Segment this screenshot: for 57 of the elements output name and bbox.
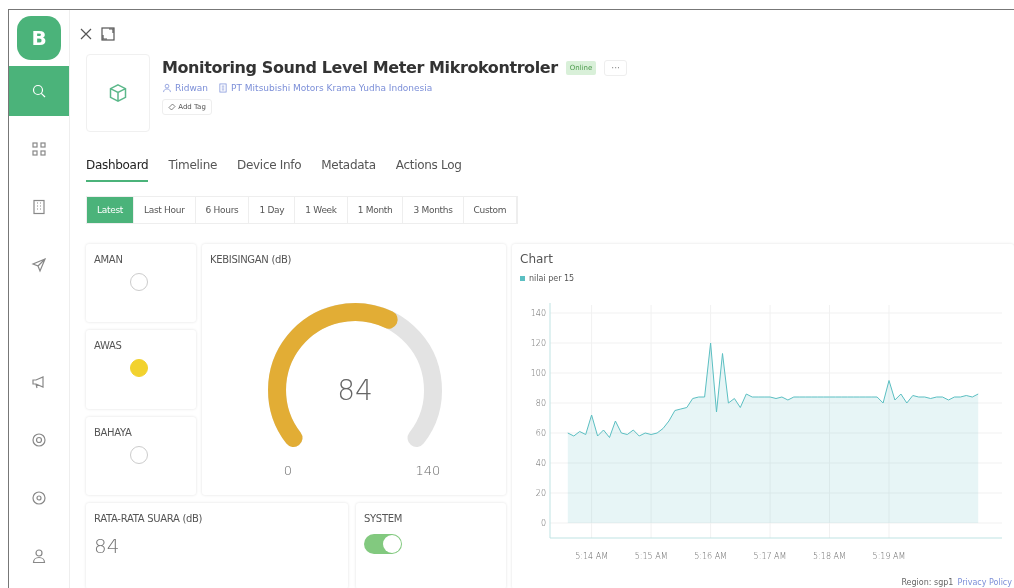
widget-title: KEBISINGAN (dB) bbox=[210, 254, 293, 265]
axis-tick-label: 80 bbox=[535, 399, 546, 408]
axis-tick-label: 40 bbox=[535, 459, 546, 468]
widget-title: AMAN bbox=[94, 254, 124, 265]
tag-icon bbox=[168, 103, 176, 112]
expand-icon[interactable] bbox=[100, 26, 116, 42]
more-button[interactable]: ··· bbox=[604, 59, 627, 76]
tab[interactable]: Timeline bbox=[168, 158, 218, 182]
settings-icon bbox=[31, 490, 47, 506]
close-icon[interactable] bbox=[78, 26, 94, 42]
widget-title: RATA-RATA SUARA (dB) bbox=[94, 513, 204, 524]
legend-label: nilai per 15 bbox=[529, 274, 575, 283]
search-icon bbox=[31, 83, 47, 99]
axis-tick-label: 5:15 AM bbox=[634, 552, 668, 561]
time-range-option[interactable]: 3 Months bbox=[403, 197, 464, 223]
axis-tick-label: 140 bbox=[530, 309, 546, 318]
widget-title: BAHAYA bbox=[94, 426, 133, 438]
gauge-max-label: 140 bbox=[415, 463, 441, 478]
time-range-option[interactable]: Custom bbox=[463, 197, 518, 223]
megaphone-icon bbox=[31, 374, 47, 390]
chart-title: Chart bbox=[520, 252, 554, 266]
axis-tick-label: 5:18 AM bbox=[813, 552, 846, 561]
sidebar-item[interactable] bbox=[9, 66, 69, 116]
tab[interactable]: Actions Log bbox=[395, 158, 462, 182]
building-icon bbox=[31, 199, 47, 215]
value-display: 84 bbox=[94, 534, 121, 558]
grid-icon bbox=[31, 141, 47, 157]
device-title: Monitoring Sound Level Meter Mikrokontroler bbox=[162, 58, 558, 77]
axis-tick-label: 5:19 AM bbox=[872, 552, 906, 561]
axis-tick-label: 5:16 AM bbox=[694, 552, 727, 561]
gauge-value: 84 bbox=[337, 374, 373, 407]
axis-tick-label: 120 bbox=[530, 339, 546, 348]
user-icon bbox=[162, 83, 172, 93]
time-range-option[interactable]: 6 Hours bbox=[195, 197, 250, 223]
time-range-option[interactable]: Last Hour bbox=[134, 197, 196, 223]
axis-tick-label: 60 bbox=[535, 429, 546, 438]
send-icon bbox=[31, 257, 47, 273]
axis-tick-label: 20 bbox=[535, 489, 546, 498]
time-range-option[interactable]: 1 Month bbox=[347, 197, 404, 223]
axis-tick-label: 5:14 AM bbox=[575, 552, 609, 561]
tab[interactable]: Metadata bbox=[321, 158, 376, 182]
axis-tick-label: 5:17 AM bbox=[753, 552, 787, 561]
axis-tick-label: 0 bbox=[540, 519, 546, 528]
widget-title: AWAS bbox=[94, 340, 123, 352]
time-range-option[interactable]: 1 Day bbox=[249, 197, 296, 223]
time-range-option[interactable]: 1 Week bbox=[295, 197, 348, 223]
widget-title: SYSTEM bbox=[364, 513, 404, 524]
tab[interactable]: Device Info bbox=[237, 158, 302, 182]
toggle-switch[interactable] bbox=[364, 534, 402, 554]
lifebuoy-icon bbox=[31, 432, 47, 448]
tab[interactable]: Dashboard bbox=[86, 158, 149, 182]
gauge-min-label: 0 bbox=[283, 463, 293, 478]
axis-tick-label: 100 bbox=[530, 369, 546, 378]
cube-icon bbox=[108, 83, 128, 103]
user-icon bbox=[31, 548, 47, 564]
region-label: Region: sgp1 bbox=[901, 578, 954, 587]
building-icon bbox=[218, 83, 229, 93]
